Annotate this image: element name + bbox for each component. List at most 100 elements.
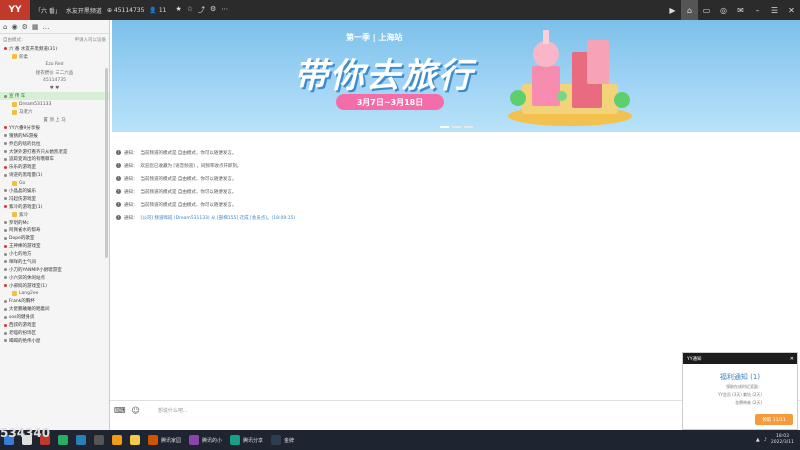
user-icon xyxy=(12,291,17,297)
channel-item[interactable]: 小晶晶的娱乐 xyxy=(0,187,109,195)
settings-icon[interactable]: ⚙ xyxy=(22,23,28,31)
banner[interactable]: 第一季 | 上海站 带你去旅行 3月7日~3月18日 xyxy=(112,20,800,132)
channel-item[interactable]: 45114735 xyxy=(0,77,109,85)
channel-item[interactable]: Frank的胸杯 xyxy=(0,298,109,306)
more-icon[interactable]: … xyxy=(42,23,49,31)
taskbar-app[interactable] xyxy=(108,430,126,450)
channel-item-label: Dope的歌室 xyxy=(9,236,35,242)
menu-icon[interactable]: ☰ xyxy=(766,0,783,20)
network-icon[interactable]: ▲ xyxy=(756,437,760,443)
taskbar-app[interactable] xyxy=(72,430,90,450)
info-icon: ! xyxy=(116,215,121,220)
sidebar-scrollbar[interactable] xyxy=(105,68,108,258)
channel-item[interactable]: 小六郊的休闲站点 xyxy=(0,274,109,282)
channel-item[interactable]: 小刀的YANMIP小厨嗯游室 xyxy=(0,266,109,274)
channel-item[interactable]: 西叔的游戏室 xyxy=(0,321,109,329)
channel-bullet-icon xyxy=(4,126,7,130)
channel-item[interactable]: 乐乐的游戏室 xyxy=(0,163,109,171)
channel-item[interactable]: Ezo Red xyxy=(0,61,109,69)
taskbar-app-4[interactable]: 金牌 xyxy=(267,430,298,450)
popup-header-text: YY通知 xyxy=(687,356,702,362)
taskbar-app-1[interactable]: 腾讯家园 xyxy=(144,430,185,450)
notice-message: ! 通知： 当前频道的模式是 自由模式，你可以随便发言。 xyxy=(116,146,796,159)
channel-tree-icon[interactable]: ⌂ xyxy=(3,23,7,31)
channel-item-label: 诗逆的黑暗量(1) xyxy=(9,173,43,179)
channel-item[interactable]: 小七的地方 xyxy=(0,250,109,258)
popup-line: 金牌带来 (2天) xyxy=(735,400,762,405)
channel-item[interactable]: Go xyxy=(0,179,109,187)
channel-item[interactable]: 乔启的啥的比拉 xyxy=(0,140,109,148)
channel-item[interactable]: ♥ ♥ xyxy=(0,84,109,92)
channel-item[interactable]: YY六番9分享报 xyxy=(0,124,109,132)
settings-icon[interactable]: ⚙ xyxy=(210,5,216,15)
claim-button[interactable]: 领取 11/11 xyxy=(755,414,793,425)
channel-item[interactable]: 大饼外游打看齐只从她凯老是 xyxy=(0,148,109,156)
entry-hint[interactable]: 申请入司以设备 xyxy=(75,37,107,43)
channel-name: 「六 番」 xyxy=(35,7,61,15)
taskbar-app-3[interactable]: 腾讯分享 xyxy=(226,430,267,450)
channel-item[interactable]: 小邪捣的游戏室(1) xyxy=(0,282,109,290)
home-icon[interactable]: ⌂ xyxy=(681,0,698,20)
channel-item[interactable]: 冯起伤游戏室 xyxy=(0,195,109,203)
channel-item[interactable]: Dream531133 xyxy=(0,100,109,108)
channel-item[interactable]: 置 顶 上 马 xyxy=(0,116,109,124)
channel-item[interactable]: 老喵的扮饰区 xyxy=(0,329,109,337)
channel-item-label: 紫冷 xyxy=(19,212,28,218)
info-icon: ! xyxy=(116,189,121,194)
channel-item[interactable]: 咩咩的土气间 xyxy=(0,258,109,266)
channel-item[interactable]: 诗逆的黑暗量(1) xyxy=(0,171,109,179)
banner-title: 带你去旅行 xyxy=(294,56,474,96)
channel-item-label: Lang2ee xyxy=(19,291,39,297)
channel-item[interactable]: 接衣攒价 三二六品 xyxy=(0,69,109,77)
channel-item[interactable]: Dope的歌室 xyxy=(0,234,109,242)
channel-item[interactable]: 紫冷的游戏室(1) xyxy=(0,203,109,211)
channel-item[interactable]: 六 番 水友开黑频道(31) xyxy=(0,45,109,53)
channel-item[interactable]: 猜猜的NS游报 xyxy=(0,132,109,140)
taskbar-app-2[interactable]: 腾讯的小 xyxy=(185,430,226,450)
mail-icon[interactable]: ✉ xyxy=(732,0,749,20)
emoji-icon[interactable]: ☺ xyxy=(132,406,140,415)
channel-item[interactable]: 大佬鹏蛐蛐的晒着间 xyxy=(0,305,109,313)
share-icon[interactable]: ⤴ xyxy=(198,5,205,15)
star-icon[interactable]: ★ xyxy=(175,5,181,15)
more-icon[interactable]: ⋯ xyxy=(221,5,228,15)
game-icon[interactable]: ◎ xyxy=(715,0,732,20)
channel-item[interactable]: 卯柔 xyxy=(0,53,109,61)
channel-item[interactable]: 王神棒的游戏室 xyxy=(0,242,109,250)
clock[interactable]: 18:03 2022/3/11 xyxy=(771,434,794,446)
channel-item-label: 马老六 xyxy=(19,110,33,116)
taskbar-app[interactable] xyxy=(126,430,144,450)
banner-dot[interactable] xyxy=(464,126,473,128)
taskbar-app[interactable] xyxy=(54,430,72,450)
channel-item[interactable]: sos的健身房 xyxy=(0,313,109,321)
popup-line: YY会员 (3天) 紫钻 (2天) xyxy=(717,392,762,397)
video-icon[interactable]: ▶ xyxy=(664,0,681,20)
voice-icon[interactable]: ⌨ xyxy=(114,406,126,415)
channel-bullet-icon xyxy=(4,260,7,264)
close-icon[interactable]: ✕ xyxy=(790,356,797,362)
channel-item-label: 追踪变询出的有哦嘶车 xyxy=(9,157,54,163)
banner-dot[interactable] xyxy=(452,126,461,128)
channel-bullet-icon xyxy=(4,268,7,272)
minimize-icon[interactable]: – xyxy=(749,0,766,20)
app-logo: YY xyxy=(0,0,30,20)
channel-item[interactable]: 罗玥的Mc xyxy=(0,219,109,227)
channel-item[interactable]: 追踪变询出的有哦嘶车 xyxy=(0,155,109,163)
favorite-icon[interactable]: ☆ xyxy=(187,5,193,15)
channel-bullet-icon xyxy=(4,197,7,201)
grid-icon[interactable]: ▦ xyxy=(32,23,39,31)
channel-item[interactable]: 马老六 xyxy=(0,108,109,116)
channel-item-label: 宣 传 车 xyxy=(9,94,26,100)
screen-icon[interactable]: ▭ xyxy=(698,0,715,20)
channel-item[interactable]: Lang2ee xyxy=(0,290,109,298)
taskbar-app[interactable] xyxy=(90,430,108,450)
record-icon[interactable]: ◉ xyxy=(11,23,17,31)
channel-item[interactable]: 宣 传 车 xyxy=(0,92,109,101)
close-icon[interactable]: ✕ xyxy=(783,0,800,20)
channel-item[interactable]: 紫冷 xyxy=(0,211,109,219)
banner-dot[interactable] xyxy=(440,126,449,128)
volume-icon[interactable]: ♪ xyxy=(764,437,767,443)
channel-item[interactable]: 喝喝的绝伟小屋 xyxy=(0,337,109,345)
chat-input[interactable]: 想说什么吧... xyxy=(158,407,188,414)
channel-item[interactable]: 阿佩雀水的帮寿 xyxy=(0,226,109,234)
